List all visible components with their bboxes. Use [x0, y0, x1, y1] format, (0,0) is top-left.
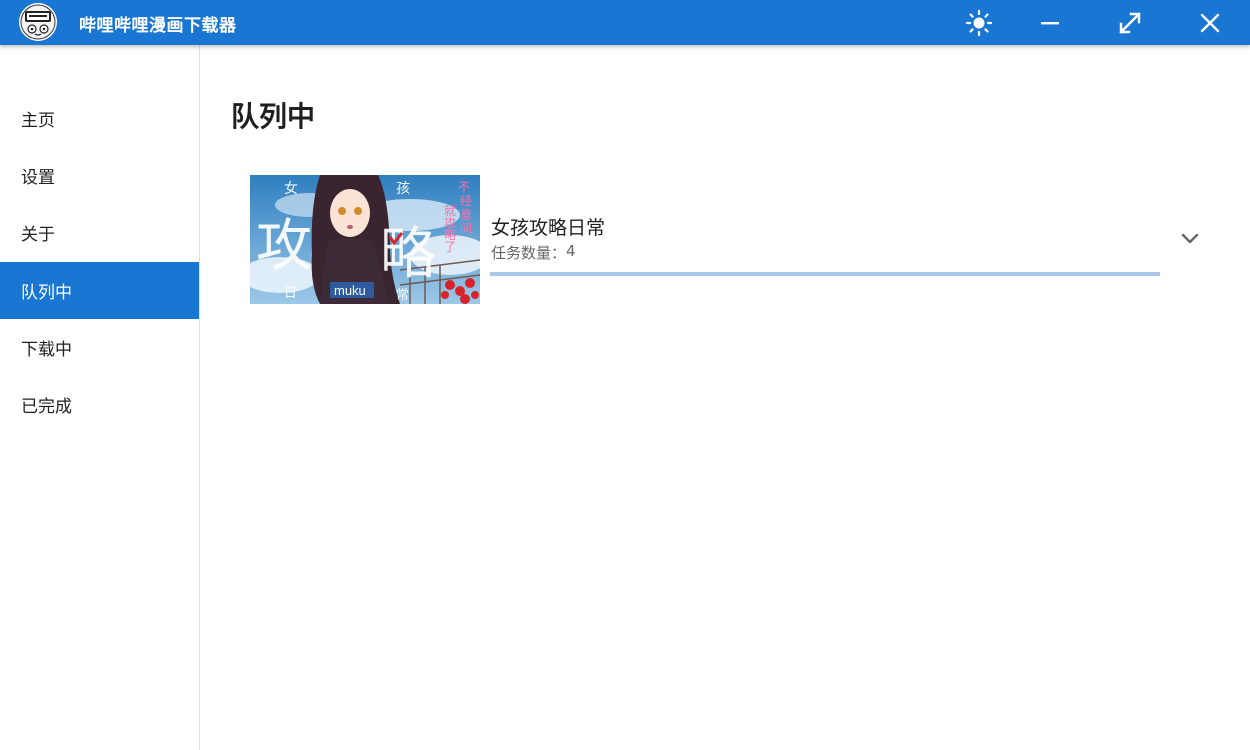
maximize-icon — [1117, 10, 1143, 36]
sidebar-item-label: 设置 — [21, 168, 55, 188]
svg-text:不: 不 — [458, 180, 470, 194]
manga-logo-icon — [19, 3, 57, 41]
chevron-down-icon — [1181, 230, 1199, 249]
sidebar-item-label: 下载中 — [21, 340, 72, 360]
sidebar-item-label: 已完成 — [21, 397, 72, 417]
task-count: 任务数量： 4 — [491, 242, 576, 263]
svg-text:攻: 攻 — [256, 216, 312, 278]
svg-text:经: 经 — [460, 194, 472, 208]
maximize-button[interactable] — [1105, 0, 1155, 45]
task-count-label: 任务数量： — [491, 244, 567, 262]
theme-toggle-button[interactable] — [954, 0, 1004, 45]
cover-image: 攻 略 女 孩 日 常 不 经 意 间 就 攻 略 了 muku — [250, 175, 480, 304]
task-progress-bar — [490, 272, 1160, 276]
expand-button[interactable] — [1178, 227, 1202, 251]
task-card[interactable]: 攻 略 女 孩 日 常 不 经 意 间 就 攻 略 了 muku 女孩攻略日常 — [250, 175, 1210, 304]
svg-text:孩: 孩 — [396, 181, 410, 197]
sidebar-item-home[interactable]: 主页 — [0, 90, 199, 147]
theme-toggle-icon — [965, 9, 993, 37]
svg-text:意: 意 — [460, 207, 472, 222]
sidebar-item-queued[interactable]: 队列中 — [0, 262, 199, 319]
task-title: 女孩攻略日常 — [491, 217, 606, 239]
svg-text:常: 常 — [396, 287, 409, 302]
sidebar-item-downloading[interactable]: 下载中 — [0, 319, 199, 376]
app-title: 哔哩哔哩漫画下载器 — [79, 16, 237, 36]
svg-text:日: 日 — [284, 285, 297, 300]
svg-text:略: 略 — [380, 224, 436, 286]
title-bar: 哔哩哔哩漫画下载器 — [0, 0, 1250, 45]
sidebar-item-label: 队列中 — [21, 283, 72, 303]
svg-text:间: 间 — [460, 222, 472, 236]
page-title: 队列中 — [231, 100, 316, 133]
sidebar-item-settings[interactable]: 设置 — [0, 147, 199, 204]
task-progress-fill — [490, 272, 1160, 276]
task-count-value: 4 — [566, 242, 576, 260]
sidebar-item-label: 关于 — [21, 225, 55, 245]
svg-text:女: 女 — [284, 180, 298, 197]
close-button[interactable] — [1185, 0, 1235, 45]
sidebar-item-about[interactable]: 关于 — [0, 204, 199, 261]
close-icon — [1200, 13, 1220, 33]
svg-text:muku: muku — [334, 283, 366, 298]
sidebar-item-label: 主页 — [21, 111, 55, 131]
minimize-icon — [1040, 13, 1060, 33]
sidebar: 主页 设置 关于 队列中 下载中 已完成 — [0, 45, 200, 750]
sidebar-item-completed[interactable]: 已完成 — [0, 376, 199, 433]
minimize-button[interactable] — [1025, 0, 1075, 45]
svg-text:了: 了 — [444, 240, 456, 254]
